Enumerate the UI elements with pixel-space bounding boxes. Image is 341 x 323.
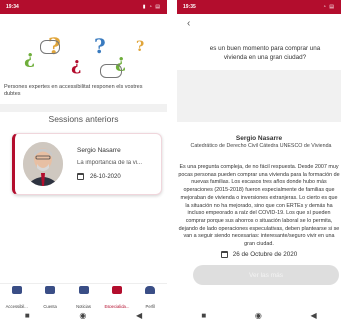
- nav-item-especialidades[interactable]: Especialida...: [100, 284, 133, 309]
- mail-icon: [111, 286, 122, 294]
- expert-name: Sergio Nasarre: [235, 135, 283, 142]
- avatar: [23, 142, 63, 186]
- nav-item-accessibilitat[interactable]: Accessibil...: [0, 284, 33, 309]
- nav-item-noticias[interactable]: Noticias: [67, 284, 100, 309]
- question-mark-icon: ?: [136, 39, 145, 55]
- status-indicators: ▮ ◔ ▤: [142, 4, 161, 10]
- status-time: 19:35: [183, 4, 196, 10]
- section-title: Sessions anteriors: [48, 114, 119, 124]
- speech-bubble-icon: [100, 64, 122, 78]
- session-date-row: 26-10-2020: [77, 173, 121, 180]
- recent-apps-button[interactable]: ■: [201, 311, 206, 320]
- expert-title: Catedrático de Derecho Civil Cátedra UNE…: [190, 143, 332, 149]
- system-navigation-bar: ■ ◉ ◀: [0, 308, 167, 323]
- nav-item-cuenta[interactable]: Cuenta: [33, 284, 66, 309]
- session-card[interactable]: Sergio Nasarre La importancia de la vi..…: [12, 133, 162, 195]
- left-phone-screen: 19:34 ▮ ◔ ▤ ¿ ? ¿ ? ¿ ? Persones experte…: [0, 0, 167, 323]
- home-icon: [11, 286, 22, 294]
- home-button[interactable]: ◉: [79, 311, 86, 320]
- status-bar: 19:34 ▮ ◔ ▤: [0, 0, 167, 14]
- nav-item-perfil[interactable]: Perfil: [134, 284, 167, 309]
- see-more-button[interactable]: Ver las más: [193, 265, 339, 285]
- recent-apps-button[interactable]: ■: [25, 311, 30, 320]
- back-button[interactable]: ◀: [311, 311, 317, 320]
- hero-description: Persones expertes en accessibilitat resp…: [4, 84, 143, 97]
- back-arrow-icon[interactable]: ‹: [187, 18, 190, 29]
- system-navigation-bar: ■ ◉ ◀: [177, 308, 341, 323]
- calendar-icon: [77, 173, 84, 180]
- news-icon: [78, 286, 89, 294]
- answer-date-row: 26 de Octubre de 2020: [177, 251, 341, 258]
- bottom-navigation: Accessibil... Cuenta Noticias Especialid…: [0, 283, 167, 309]
- session-date: 26-10-2020: [90, 173, 121, 180]
- answer-date: 26 de Octubre de 2020: [232, 251, 298, 258]
- back-button[interactable]: ◀: [136, 311, 142, 320]
- calendar-icon: [45, 286, 56, 294]
- home-button[interactable]: ◉: [255, 311, 262, 320]
- answer-text: Es una pregunta compleja, de no fácil re…: [178, 164, 340, 248]
- person-photo-icon: [23, 142, 63, 186]
- speech-bubble-icon: [40, 40, 60, 54]
- status-indicators: ◔ ▤: [322, 4, 335, 10]
- question-mark-icon: ?: [94, 34, 106, 58]
- hero-illustration: ¿ ? ¿ ? ¿ ?: [0, 14, 167, 94]
- status-time: 19:34: [6, 4, 19, 10]
- header-band: [177, 70, 341, 122]
- status-bar: 19:35 ◔ ▤: [177, 0, 341, 14]
- question-title: es un buen momento para comprar una vivi…: [209, 45, 321, 61]
- session-expert-name: Sergio Nasarre: [77, 147, 121, 154]
- right-phone-screen: 19:35 ◔ ▤ ‹ es un buen momento para comp…: [177, 0, 341, 323]
- question-mark-icon: ¿: [71, 54, 82, 75]
- calendar-icon: [220, 251, 228, 258]
- section-divider: [0, 104, 167, 112]
- question-mark-icon: ¿: [24, 46, 36, 68]
- person-icon: [145, 286, 156, 294]
- session-topic: La importancia de la vi...: [77, 160, 143, 166]
